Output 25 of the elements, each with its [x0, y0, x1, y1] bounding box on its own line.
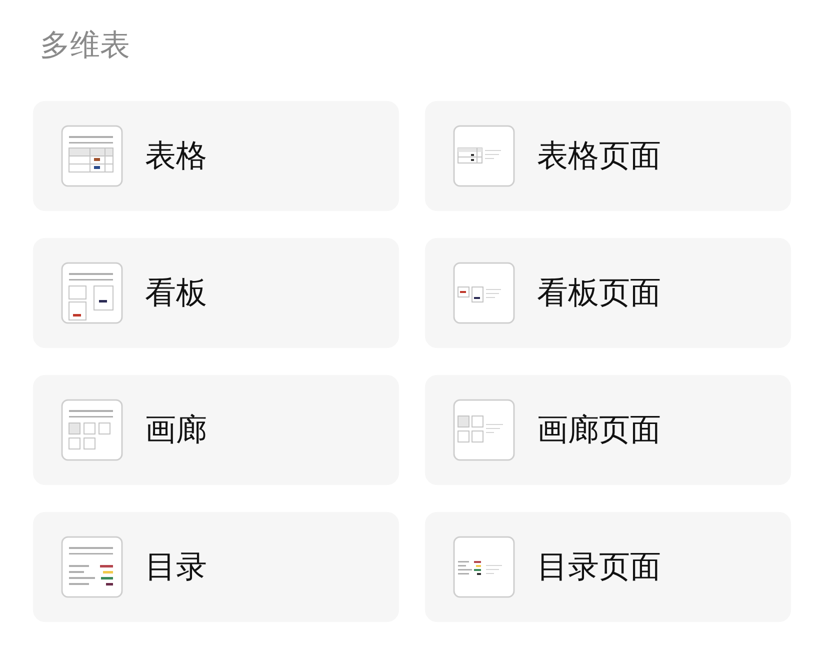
item-card[interactable]: 目录 [33, 512, 399, 622]
gallery-page-icon [453, 399, 515, 461]
item-card[interactable]: 画廊 [33, 375, 399, 485]
item-card[interactable]: 画廊页面 [425, 375, 791, 485]
item-label: 目录 [145, 548, 207, 587]
kanban-icon [61, 262, 123, 324]
table-icon [61, 125, 123, 187]
item-label: 画廊页面 [537, 410, 661, 450]
section-title: 多维表 [39, 27, 131, 65]
catalog-icon [61, 536, 123, 598]
item-card[interactable]: 表格页面 [425, 101, 791, 211]
item-label: 看板页面 [537, 274, 661, 313]
item-card[interactable]: 目录页面 [425, 512, 791, 622]
item-card[interactable]: 看板 [33, 238, 399, 348]
catalog-page-icon [453, 536, 515, 598]
gallery-icon [61, 399, 123, 461]
item-card[interactable]: 表格 [33, 101, 399, 211]
kanban-page-icon [453, 262, 515, 324]
item-label: 画廊 [145, 410, 207, 450]
item-card[interactable]: 看板页面 [425, 238, 791, 348]
item-label: 看板 [145, 274, 207, 313]
item-label: 表格 [145, 136, 207, 176]
item-label: 目录页面 [537, 548, 661, 587]
table-page-icon [453, 125, 515, 187]
item-label: 表格页面 [537, 136, 661, 176]
